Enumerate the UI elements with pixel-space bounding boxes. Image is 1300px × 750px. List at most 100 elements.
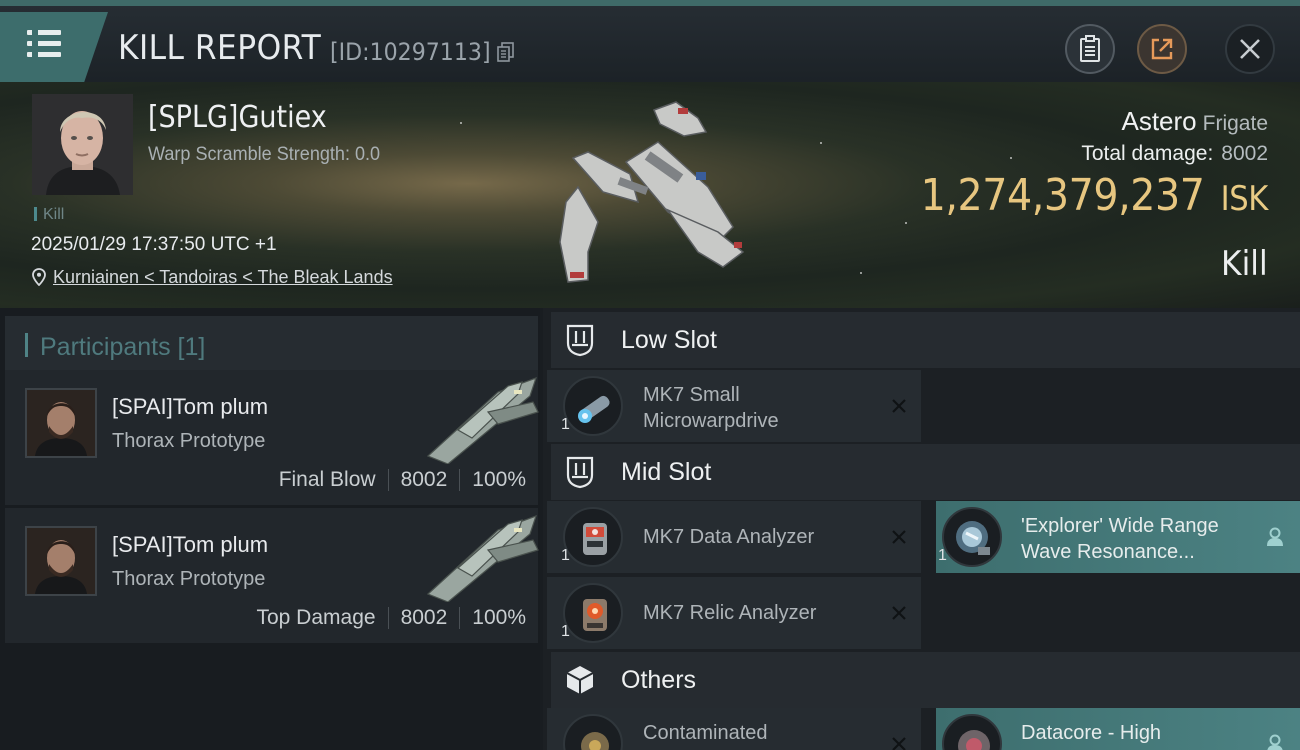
participants-panel: Participants [1] [SPAI]Tom plum Thorax P… — [0, 308, 540, 750]
total-damage-label: Total damage: — [1081, 142, 1214, 165]
divider — [459, 469, 461, 491]
share-icon — [1151, 38, 1173, 60]
module-quantity: 1 — [561, 547, 570, 564]
menu-icon-notch — [32, 30, 38, 35]
star — [460, 122, 462, 124]
microwarpdrive-icon — [563, 376, 623, 436]
title-bar: KILL REPORT [ID:10297113] — [0, 0, 1300, 82]
stat-label: Top Damage — [256, 606, 376, 629]
destroyed-x-icon — [892, 399, 906, 413]
participants-header[interactable]: Participants [1] — [5, 316, 538, 374]
location-link[interactable]: Kurniainen < Tandoiras < The Bleak Lands — [53, 267, 393, 287]
stat-percent: 100% — [472, 468, 526, 491]
contaminated-item-icon — [563, 714, 623, 750]
menu-icon-notch — [32, 52, 38, 57]
low-slot-title: Low Slot — [621, 325, 717, 354]
participant-portrait-image — [27, 390, 95, 456]
destroyed-x-icon — [892, 530, 906, 544]
kill-location[interactable]: Kurniainen < Tandoiras < The Bleak Lands — [32, 267, 393, 288]
page-title: KILL REPORT — [118, 28, 322, 68]
module-item-dropped[interactable]: 1 'Explorer' Wide Range Wave Resonance..… — [936, 501, 1300, 573]
relic-analyzer-icon — [563, 583, 623, 643]
total-damage-value: 8002 — [1221, 142, 1268, 165]
kill-report-screen: KILL REPORT [ID:10297113] [SPLG]Gutiex W… — [0, 0, 1300, 750]
divider — [459, 607, 461, 629]
location-pin-icon — [32, 268, 46, 286]
scanner-probe-icon — [942, 507, 1002, 567]
person-icon — [1267, 527, 1283, 546]
stat-percent: 100% — [472, 606, 526, 629]
module-item[interactable]: 1 MK7 Small Microwarpdrive — [547, 370, 921, 442]
star — [905, 222, 907, 224]
ship-class: Frigate — [1202, 112, 1268, 135]
participant-avatar[interactable] — [25, 388, 97, 458]
stat-damage: 8002 — [400, 468, 448, 491]
module-item[interactable]: Contaminated — [547, 708, 921, 750]
module-quantity: 1 — [938, 547, 947, 564]
share-button[interactable] — [1137, 24, 1187, 74]
participants-title: Participants [1] — [40, 333, 206, 361]
destroyed-x-icon — [892, 737, 906, 750]
stat-damage: 8002 — [400, 606, 448, 629]
participant-avatar[interactable] — [25, 526, 97, 596]
others-title: Others — [621, 665, 697, 694]
low-slot-icon — [566, 324, 594, 357]
participant-ship: Thorax Prototype — [112, 568, 266, 590]
participant-ship-image — [426, 377, 539, 464]
participant-row[interactable]: [SPAI]Tom plum Thorax Prototype Top Dama… — [5, 508, 539, 643]
menu-button[interactable] — [0, 12, 108, 82]
isk-value: 1,274,379,237 ISK — [920, 170, 1269, 221]
kill-datetime: 2025/01/29 17:37:50 UTC +1 — [31, 234, 277, 255]
victim-ship[interactable]: Astero Frigate — [1121, 106, 1268, 137]
victim-summary: [SPLG]Gutiex Warp Scramble Strength: 0.0… — [0, 82, 1300, 308]
close-button[interactable] — [1225, 24, 1275, 74]
stat-label: Final Blow — [278, 468, 376, 491]
clipboard-button[interactable] — [1065, 24, 1115, 74]
isk-unit: ISK — [1220, 179, 1269, 219]
star — [1010, 157, 1012, 159]
divider — [387, 469, 389, 491]
module-name: MK7 Data Analyzer — [643, 526, 815, 548]
star — [820, 142, 822, 144]
data-analyzer-icon — [563, 507, 623, 567]
victim-portrait-image — [32, 94, 133, 195]
mid-slot-header: Mid Slot — [551, 444, 1300, 500]
module-item-dropped[interactable]: Datacore - High — [936, 708, 1300, 750]
mid-slot-title: Mid Slot — [621, 457, 712, 486]
close-icon — [1240, 39, 1260, 59]
fitting-panel: Low Slot 1 MK7 Small Microwarpdrive Mid … — [543, 308, 1300, 750]
divider — [387, 607, 389, 629]
participant-name[interactable]: [SPAI]Tom plum — [112, 532, 268, 558]
victim-avatar[interactable] — [32, 94, 133, 195]
cargo-box-icon — [566, 666, 594, 694]
participant-portrait-image — [27, 528, 95, 594]
module-name: Datacore - High — [1021, 722, 1162, 744]
module-item[interactable]: 1 MK7 Relic Analyzer — [547, 577, 921, 649]
kill-result: Kill — [1221, 244, 1268, 284]
module-name: 'Explorer' Wide Range Wave Resonance... — [1021, 515, 1219, 563]
clipboard-icon — [1080, 35, 1100, 62]
warp-scramble-strength: Warp Scramble Strength: 0.0 — [148, 144, 381, 165]
module-item[interactable]: 1 MK7 Data Analyzer — [547, 501, 921, 573]
kill-tag: Kill — [34, 206, 64, 224]
module-quantity: 1 — [561, 416, 570, 433]
destroyed-x-icon — [892, 606, 906, 620]
module-name: MK7 Relic Analyzer — [643, 602, 817, 624]
report-id: [ID:10297113] — [330, 38, 491, 66]
datacore-icon — [942, 714, 1002, 750]
copy-icon[interactable] — [497, 42, 515, 62]
participant-name[interactable]: [SPAI]Tom plum — [112, 394, 268, 420]
isk-amount: 1,274,379,237 — [920, 170, 1205, 221]
victim-ship-image[interactable] — [548, 92, 753, 292]
victim-name[interactable]: [SPLG]Gutiex — [148, 100, 327, 135]
participant-stats: Final Blow 8002 100% — [279, 468, 526, 492]
others-header: Others — [551, 652, 1300, 708]
ship-name: Astero — [1121, 106, 1197, 136]
participant-ship-image — [426, 515, 539, 602]
participant-ship: Thorax Prototype — [112, 430, 266, 452]
participant-stats: Top Damage 8002 100% — [256, 606, 526, 630]
module-quantity: 1 — [561, 623, 570, 640]
participant-row[interactable]: [SPAI]Tom plum Thorax Prototype Final Bl… — [5, 370, 539, 505]
module-name: Contaminated — [643, 722, 768, 744]
total-damage: Total damage: 8002 — [1081, 142, 1268, 166]
